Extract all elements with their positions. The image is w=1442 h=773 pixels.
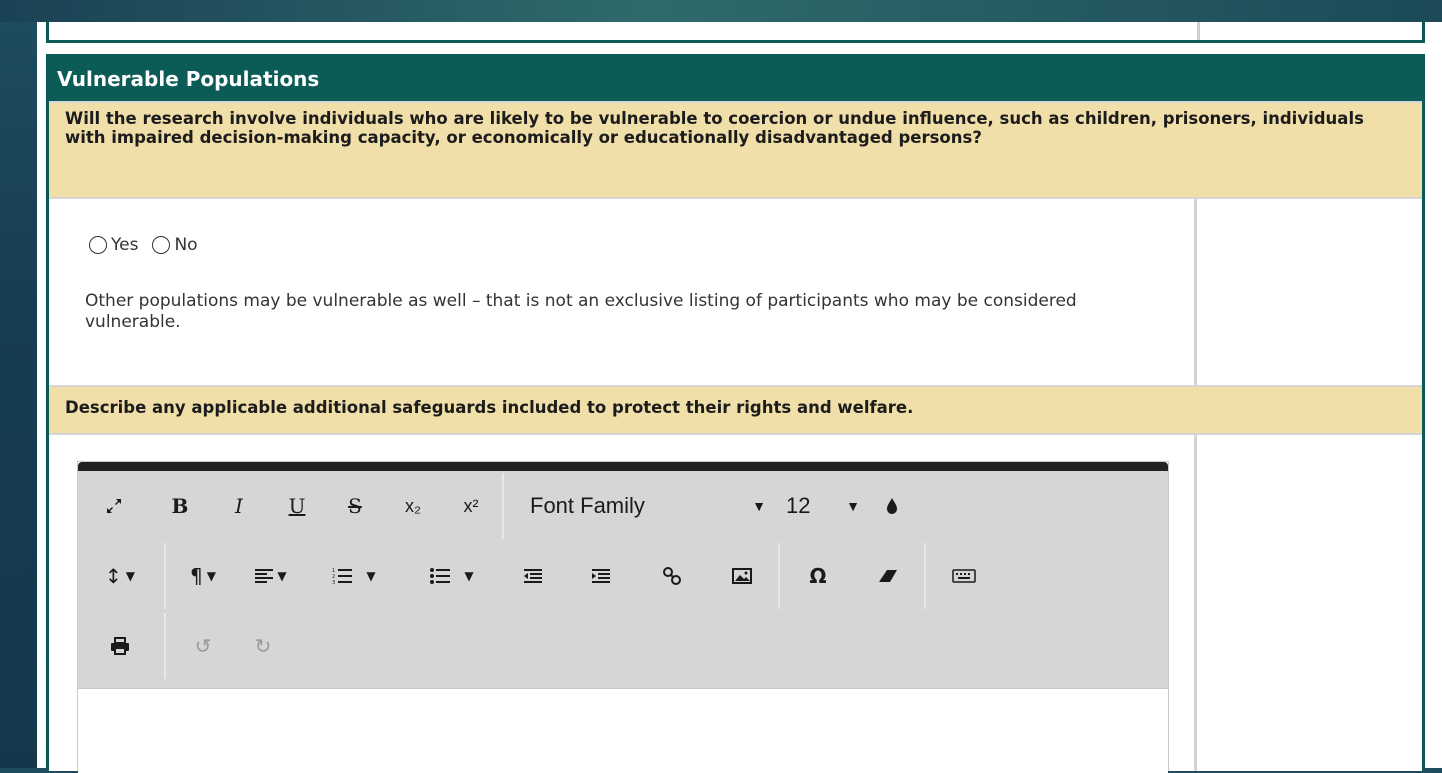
undo-button[interactable]: ↺ [168,611,238,681]
vulnerability-note: Other populations may be vulnerable as w… [85,291,1077,332]
redo-icon: ↻ [254,634,272,658]
paragraph-button[interactable]: ¶ ▼ [168,541,238,611]
yes-no-radio-group: Yes No [89,235,212,255]
outdent-button[interactable] [500,541,566,611]
rich-text-editor: B I U S x₂ x² Font Family ▼ 12 ▼ ↕ ▼ ¶ ▼… [77,461,1169,773]
line-height-button[interactable]: ↕ ▼ [78,541,162,611]
question-vulnerable-populations: Will the research involve individuals wh… [49,101,1422,199]
italic-button[interactable]: I [210,471,268,541]
image-icon [732,568,752,584]
ordered-list-icon: 123 [332,568,353,585]
underline-button[interactable]: U [268,471,326,541]
link-icon [663,567,681,585]
subscript-button[interactable]: x₂ [384,471,442,541]
column-divider [1197,22,1200,40]
radio-no[interactable]: No [152,235,198,255]
indent-button[interactable] [566,541,636,611]
toolbar-separator [778,543,780,609]
fullscreen-icon[interactable] [78,471,150,541]
ordered-list-button[interactable]: 1 2 3 ▼ [304,541,404,611]
column-divider [1194,199,1197,385]
radio-yes[interactable]: Yes [89,235,138,255]
font-family-dropdown[interactable]: Font Family ▼ [506,471,776,541]
keyboard-button[interactable] [928,541,1000,611]
chevron-down-icon: ▼ [846,498,860,514]
print-button[interactable] [78,611,162,681]
font-family-label: Font Family [530,493,645,518]
bold-button[interactable]: B [150,471,210,541]
eraser-button[interactable] [854,541,922,611]
superscript-button[interactable]: x² [442,471,500,541]
undo-icon: ↺ [194,634,212,658]
special-char-button[interactable]: Ω [782,541,854,611]
radio-no-circle[interactable] [152,236,171,254]
redo-button[interactable]: ↻ [238,611,288,681]
question-safeguards: Describe any applicable additional safeg… [49,385,1422,435]
toolbar-row-2: ↕ ▼ ¶ ▼ ▼ 1 2 3 ▼ ▼ Ω [78,541,1000,611]
vulnerable-populations-section: Vulnerable Populations Will the research… [46,54,1425,773]
strikethrough-button[interactable]: S [326,471,384,541]
toolbar-row-3: ↺ ↻ [78,611,288,681]
toolbar-row-1: B I U S x₂ x² Font Family ▼ 12 ▼ [78,471,912,541]
align-button[interactable]: ▼ [238,541,304,611]
chevron-down-icon: ▼ [366,569,376,583]
toolbar-separator [164,613,166,679]
font-size-dropdown[interactable]: 12 ▼ [776,471,872,541]
radio-no-label[interactable]: No [174,235,197,255]
radio-yes-circle[interactable] [89,236,107,254]
chevron-down-icon: ▼ [125,569,135,583]
radio-yes-label[interactable]: Yes [111,235,138,255]
toolbar-separator [924,543,926,609]
form-page: Vulnerable Populations Will the research… [37,22,1442,773]
unordered-list-icon [430,568,451,584]
svg-text:3: 3 [332,580,335,585]
link-button[interactable] [636,541,708,611]
align-icon [255,569,274,583]
chevron-down-icon: ▼ [277,569,287,583]
outdent-icon [524,569,542,583]
editor-top-border [78,462,1168,471]
section-title: Vulnerable Populations [49,57,1422,101]
line-height-icon: ↕ [105,564,122,588]
answer-safeguards: B I U S x₂ x² Font Family ▼ 12 ▼ ↕ ▼ ¶ ▼… [49,435,1422,773]
previous-section-bottom [46,22,1425,43]
image-button[interactable] [708,541,776,611]
eraser-icon [879,570,897,582]
column-divider [1194,435,1197,771]
font-size-label: 12 [786,493,811,518]
unordered-list-button[interactable]: ▼ [404,541,500,611]
chevron-down-icon: ▼ [206,569,216,583]
print-icon [111,637,129,655]
browser-top-bar [0,0,1442,22]
answer-vulnerable-populations: Yes No Other populations may be vulnerab… [49,199,1422,385]
toolbar-separator [164,543,166,609]
chevron-down-icon: ▼ [464,569,474,583]
editor-text-area[interactable] [78,688,1168,773]
editor-toolbar: B I U S x₂ x² Font Family ▼ 12 ▼ ↕ ▼ ¶ ▼… [78,471,1168,688]
keyboard-icon [952,569,976,583]
chevron-down-icon: ▼ [752,498,766,514]
paragraph-icon: ¶ [190,564,203,588]
color-icon[interactable] [872,471,912,541]
indent-icon [592,569,610,583]
toolbar-separator [502,473,504,539]
